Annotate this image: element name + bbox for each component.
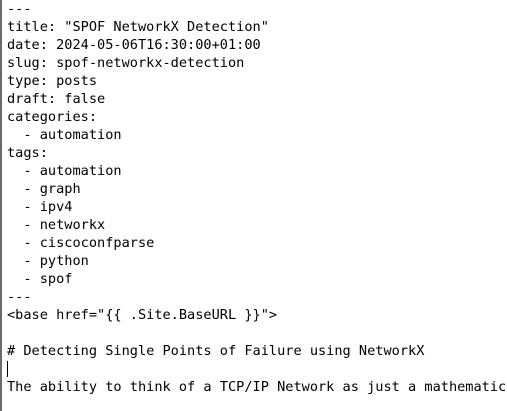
editor-line: draft: false bbox=[7, 91, 106, 107]
editor-line: - python bbox=[7, 253, 89, 269]
editor-line: - automation bbox=[7, 127, 122, 143]
editor-line: slug: spof-networkx-detection bbox=[7, 55, 245, 71]
editor-line: - ciscoconfparse bbox=[7, 235, 155, 251]
editor-line: - networkx bbox=[7, 217, 106, 233]
editor-line: The ability to think of a TCP/IP Network… bbox=[7, 379, 507, 395]
editor-line: --- bbox=[7, 1, 32, 17]
editor-line-with-caret bbox=[7, 360, 507, 378]
text-editor[interactable]: --- title: "SPOF NetworkX Detection" dat… bbox=[0, 0, 507, 411]
editor-line: - graph bbox=[7, 181, 81, 197]
text-cursor bbox=[7, 361, 8, 377]
editor-line: # Detecting Single Points of Failure usi… bbox=[7, 343, 425, 359]
editor-text-area[interactable]: --- title: "SPOF NetworkX Detection" dat… bbox=[7, 0, 507, 411]
editor-line: tags: bbox=[7, 145, 48, 161]
editor-line: type: posts bbox=[7, 73, 98, 89]
editor-line: categories: bbox=[7, 109, 98, 125]
editor-line: <base href="{{ .Site.BaseURL }}"> bbox=[7, 307, 278, 323]
editor-line: - ipv4 bbox=[7, 199, 73, 215]
editor-line: --- bbox=[7, 289, 32, 305]
editor-line: title: "SPOF NetworkX Detection" bbox=[7, 19, 269, 35]
editor-line: - spof bbox=[7, 271, 73, 287]
editor-left-border bbox=[0, 0, 2, 411]
editor-line: date: 2024-05-06T16:30:00+01:00 bbox=[7, 37, 261, 53]
editor-line: - automation bbox=[7, 163, 122, 179]
